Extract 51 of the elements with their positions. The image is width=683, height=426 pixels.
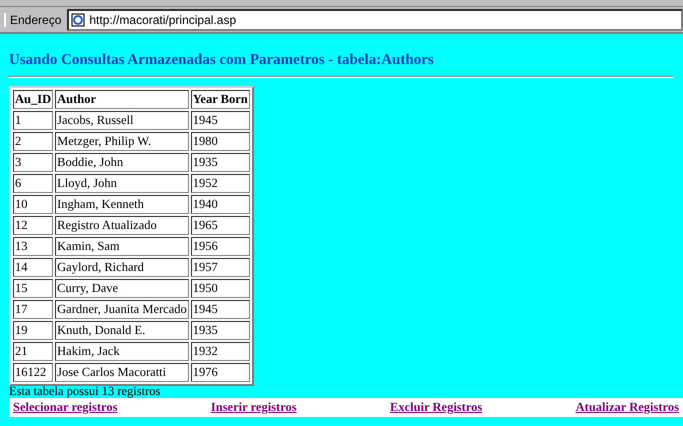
table-cell: 1932: [190, 342, 250, 361]
table-cell: Ingham, Kenneth: [55, 195, 189, 214]
table-cell: Lloyd, John: [55, 174, 189, 193]
table-cell: 19: [13, 321, 54, 340]
table-cell: 17: [13, 300, 54, 319]
page-icon: [71, 13, 86, 27]
table-cell: 3: [13, 153, 54, 172]
table-cell: 6: [13, 174, 54, 193]
table-cell: 14: [13, 258, 54, 277]
table-cell: 10: [13, 195, 54, 214]
table-cell: 1935: [190, 153, 250, 172]
table-cell: Boddie, John: [55, 153, 189, 172]
table-cell: Knuth, Donald E.: [55, 321, 189, 340]
table-cell: 1: [13, 111, 54, 130]
page-heading: Usando Consultas Armazenadas com Parametros - tabela:Authors: [9, 52, 435, 70]
table-cell: 1950: [190, 279, 250, 298]
table-cell: 1935: [190, 321, 250, 340]
column-header: Year Born: [190, 90, 250, 109]
table-cell: 1980: [190, 132, 250, 151]
nav-link[interactable]: Inserir registros: [210, 400, 297, 414]
record-count: Esta tabela possui 13 registros: [9, 384, 162, 398]
table-cell: 15: [13, 279, 54, 298]
table-cell: 21: [13, 342, 54, 361]
table-cell: Curry, Dave: [55, 279, 189, 298]
table-cell: 1940: [190, 195, 250, 214]
table-cell: 12: [13, 216, 54, 235]
table-cell: Hakim, Jack: [55, 342, 189, 361]
column-header: Author: [55, 90, 189, 109]
table-cell: 1945: [190, 300, 250, 319]
address-label: Endereço: [4, 13, 64, 27]
table-cell: 1952: [190, 174, 250, 193]
table-cell: 1945: [190, 111, 250, 130]
table-cell: Jacobs, Russell: [55, 111, 189, 130]
nav-link[interactable]: Selecionar registros: [13, 400, 118, 414]
table-cell: Metzger, Philip W.: [55, 132, 189, 151]
nav-link[interactable]: Atualizar Registros: [576, 400, 679, 414]
address-field[interactable]: http://macorati/principal.asp: [67, 9, 683, 31]
column-header: Au_ID: [13, 90, 54, 109]
table-cell: Gaylord, Richard: [55, 258, 189, 277]
table-cell: 1956: [190, 237, 250, 256]
table-cell: Gardner, Juanita Mercado: [55, 300, 189, 319]
table-cell: 1965: [190, 216, 250, 235]
table-cell: 2: [13, 132, 54, 151]
table-cell: 16122: [13, 363, 54, 382]
table-cell: Registro Atualizado: [55, 216, 189, 235]
table-cell: Kamin, Sam: [55, 237, 189, 256]
table-cell: 13: [13, 237, 54, 256]
table-cell: 1957: [190, 258, 250, 277]
table-cell: Jose Carlos Macoratti: [55, 363, 189, 382]
nav-link[interactable]: Excluir Registros: [390, 400, 482, 414]
table-cell: 1976: [190, 363, 250, 382]
